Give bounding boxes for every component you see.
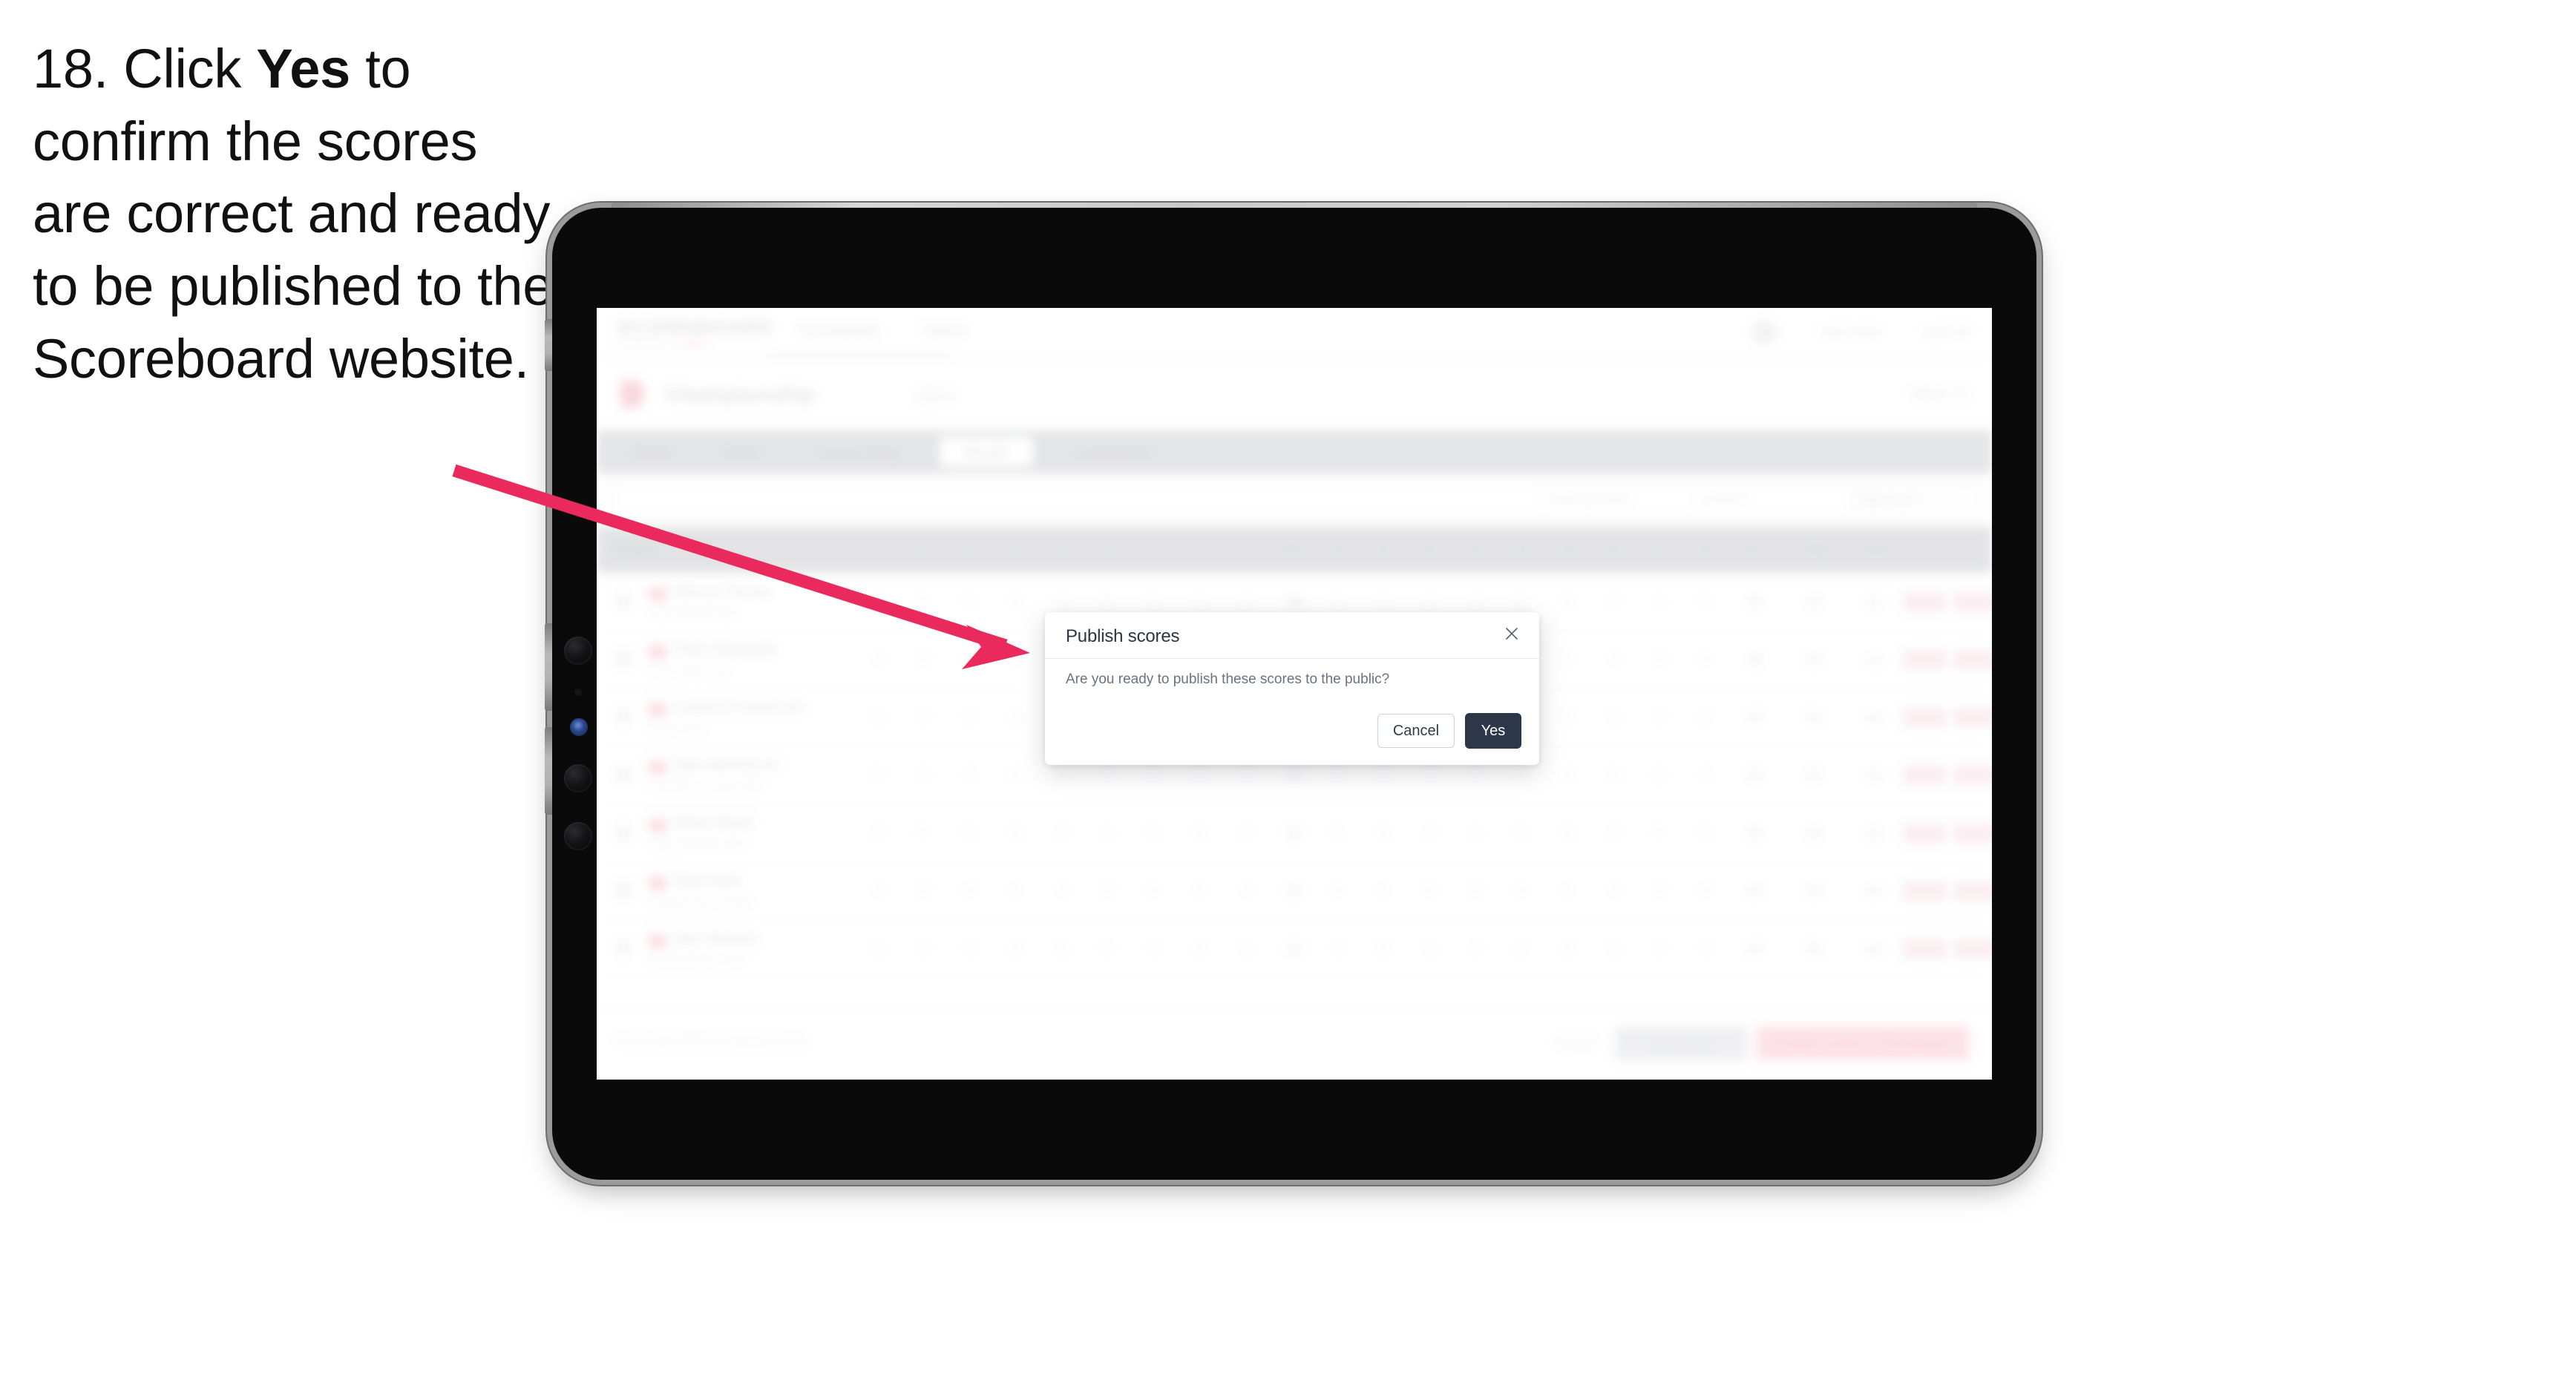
- dialog-actions: Cancel Yes: [1377, 713, 1521, 749]
- tablet-screen: SCOREBOARD POWERED BY GOLF Tournaments T…: [597, 308, 1992, 1080]
- camera-lens-tertiary-icon: [564, 822, 592, 850]
- tablet-device: SCOREBOARD POWERED BY GOLF Tournaments T…: [545, 203, 2036, 1180]
- dialog-title: Publish scores: [1066, 626, 1180, 646]
- close-icon[interactable]: [1501, 623, 1523, 645]
- cancel-button[interactable]: Cancel: [1377, 714, 1455, 748]
- volume-up-button[interactable]: [545, 623, 552, 711]
- tablet-top-edge: [612, 203, 1977, 208]
- power-button[interactable]: [545, 319, 552, 371]
- instruction-emphasis: Yes: [256, 38, 351, 99]
- camera-lens-icon: [564, 637, 592, 665]
- instruction-text-before: Click: [108, 38, 257, 99]
- step-number: 18.: [33, 38, 108, 99]
- publish-scores-dialog: Publish scores Are you ready to publish …: [1045, 612, 1539, 765]
- dialog-message: Are you ready to publish these scores to…: [1066, 671, 1390, 687]
- dialog-header: Publish scores: [1045, 612, 1539, 659]
- instruction-caption: 18. Click Yes to confirm the scores are …: [33, 33, 567, 395]
- flash-lens-icon: [570, 718, 588, 736]
- yes-button[interactable]: Yes: [1465, 713, 1521, 749]
- sensor-dot-icon: [574, 689, 582, 696]
- camera-lens-secondary-icon: [564, 764, 592, 792]
- volume-down-button[interactable]: [545, 727, 552, 815]
